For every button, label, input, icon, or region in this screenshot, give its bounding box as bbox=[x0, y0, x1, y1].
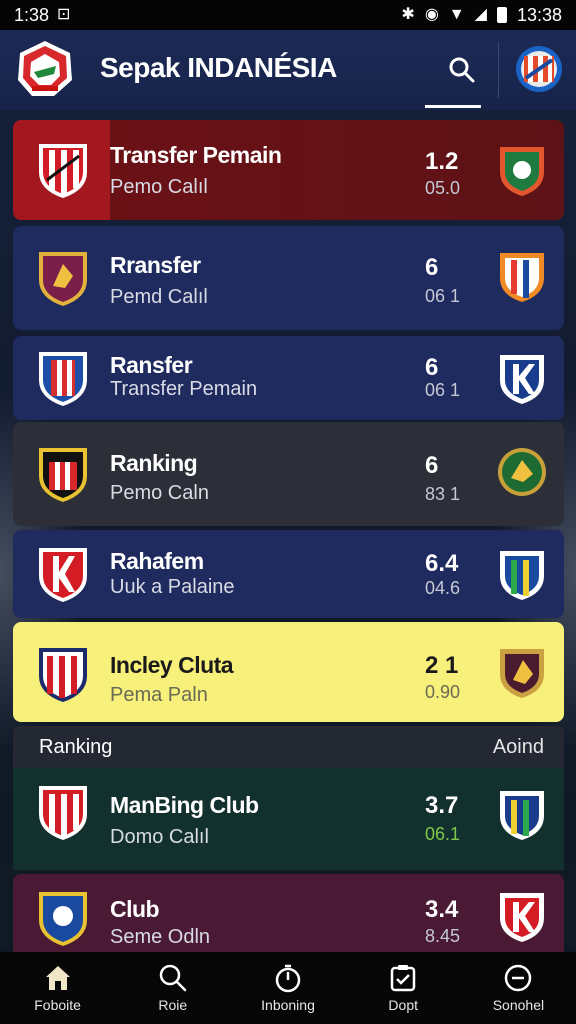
nav-label: Roie bbox=[158, 997, 188, 1013]
status-bar: 1:38 ⊡ ✱ ◉ ▼ ◢ 13:38 bbox=[0, 0, 576, 30]
club-crest-icon bbox=[39, 786, 87, 840]
item-title: Ranking bbox=[110, 450, 198, 476]
item-title: Club bbox=[110, 896, 160, 922]
item-score: 6 bbox=[425, 354, 439, 381]
item-subtitle: Pemd Calıl bbox=[110, 286, 208, 308]
bluetooth-icon: ✱ bbox=[401, 6, 415, 23]
nav-item-standings[interactable]: Dopt bbox=[346, 952, 461, 1024]
list-item[interactable]: ManBing Club Domo Calıl 3.7 06.1 bbox=[13, 768, 564, 870]
section-header: Ranking Aoind bbox=[13, 726, 564, 768]
item-title: ManBing Club bbox=[110, 792, 259, 818]
item-title: Ransfer bbox=[110, 352, 193, 378]
item-score: 2 1 bbox=[425, 652, 459, 679]
item-score: 1.2 bbox=[425, 148, 459, 175]
list-item[interactable]: Ranking Pemo Caln 6 83 1 bbox=[13, 422, 564, 526]
status-time: 1:38 bbox=[14, 4, 50, 25]
nav-label: Inboning bbox=[261, 997, 315, 1013]
item-stat: 8.45 bbox=[425, 926, 461, 946]
nav-label: Sonohel bbox=[492, 997, 545, 1013]
item-score: 6 bbox=[425, 254, 439, 281]
item-subtitle: Domo Calıl bbox=[110, 826, 209, 848]
club-crest-icon bbox=[39, 252, 87, 306]
item-score: 3.7 bbox=[425, 792, 459, 819]
item-subtitle: Transfer Pemain bbox=[110, 378, 258, 400]
item-stat: 0.90 bbox=[425, 682, 461, 702]
club-crest-icon bbox=[39, 648, 87, 702]
nav-label: Foboite bbox=[34, 997, 81, 1013]
item-stat: 83 1 bbox=[425, 484, 461, 504]
home-icon bbox=[45, 966, 70, 990]
list-item[interactable]: Rahafem Uuk a Palaine 6.4 04.6 bbox=[13, 530, 564, 618]
item-score: 6.4 bbox=[425, 550, 459, 577]
search-icon bbox=[449, 57, 475, 83]
item-title: Rransfer bbox=[110, 252, 201, 278]
timer-icon bbox=[275, 964, 301, 993]
list-item[interactable]: Rransfer Pemd Calıl 6 06 1 bbox=[13, 226, 564, 330]
item-subtitle: Pema Paln bbox=[110, 684, 208, 706]
list-item[interactable]: Transfer Pemain Pemo Calıl 1.2 05.0 bbox=[13, 120, 564, 220]
opponent-crest-icon bbox=[500, 551, 544, 600]
opponent-crest-icon bbox=[500, 649, 544, 698]
club-badge-icon[interactable] bbox=[514, 44, 564, 94]
search-icon bbox=[159, 964, 187, 992]
item-subtitle: Pemo Caln bbox=[110, 482, 209, 504]
wifi-icon: ▼ bbox=[448, 6, 465, 23]
list-item[interactable]: Club Seme Odln 3.4 8.45 bbox=[13, 874, 564, 952]
opponent-crest-icon bbox=[500, 355, 544, 404]
club-crest-icon bbox=[39, 548, 87, 602]
signal-icon: ◢ bbox=[474, 6, 487, 23]
search-button[interactable] bbox=[440, 50, 484, 90]
club-crest-icon bbox=[39, 352, 87, 406]
list-item[interactable]: Ransfer Transfer Pemain 6 06 1 bbox=[13, 336, 564, 420]
item-subtitle: Pemo Calıl bbox=[110, 176, 208, 198]
alarm-icon: ◉ bbox=[424, 6, 439, 23]
item-title: Incley Cluta bbox=[110, 652, 234, 678]
list-item-selected[interactable]: Incley Cluta Pema Paln 2 1 0.90 bbox=[13, 622, 564, 722]
item-stat: 06.1 bbox=[425, 824, 461, 844]
opponent-crest-icon bbox=[500, 791, 544, 840]
item-stat: 04.6 bbox=[425, 578, 461, 598]
header-divider bbox=[498, 42, 499, 98]
bottom-navigation: Foboite Roie Inboning Dopt Sonohel bbox=[0, 952, 576, 1024]
item-score: 3.4 bbox=[425, 896, 459, 923]
minus-circle-icon bbox=[505, 964, 532, 992]
section-title: Ranking bbox=[39, 736, 113, 758]
app-header: Sepak INDANÉSIA bbox=[0, 30, 576, 110]
item-title: Rahafem bbox=[110, 548, 204, 574]
item-subtitle: Seme Odln bbox=[110, 926, 211, 948]
item-title: Transfer Pemain bbox=[110, 142, 282, 168]
item-subtitle: Uuk a Palaine bbox=[110, 576, 235, 598]
opponent-crest-icon bbox=[500, 253, 544, 302]
app-title: Sepak INDANÉSIA bbox=[100, 52, 337, 83]
nav-item-more[interactable]: Sonohel bbox=[461, 952, 576, 1024]
nav-item-search[interactable]: Roie bbox=[115, 952, 230, 1024]
item-score: 6 bbox=[425, 452, 439, 479]
item-stat: 06 1 bbox=[425, 286, 461, 306]
club-crest-icon bbox=[39, 892, 87, 946]
nav-item-home[interactable]: Foboite bbox=[0, 952, 115, 1024]
item-stat: 06 1 bbox=[425, 380, 461, 400]
club-crest-icon bbox=[39, 144, 87, 198]
status-clock: 13:38 bbox=[516, 4, 562, 25]
battery-icon bbox=[496, 7, 507, 23]
item-stat: 05.0 bbox=[425, 178, 461, 198]
app-logo-icon[interactable] bbox=[14, 38, 76, 100]
club-crest-icon bbox=[39, 448, 87, 502]
opponent-crest-icon bbox=[500, 147, 544, 196]
section-action-link[interactable]: Aoind bbox=[493, 736, 544, 759]
opponent-crest-icon bbox=[500, 893, 544, 942]
opponent-crest-icon bbox=[498, 448, 546, 496]
search-tab-indicator bbox=[425, 105, 481, 108]
nav-label: Dopt bbox=[388, 997, 418, 1013]
notification-icon: ⊡ bbox=[57, 6, 71, 23]
clipboard-check-icon bbox=[390, 965, 416, 992]
nav-item-live[interactable]: Inboning bbox=[230, 952, 345, 1024]
